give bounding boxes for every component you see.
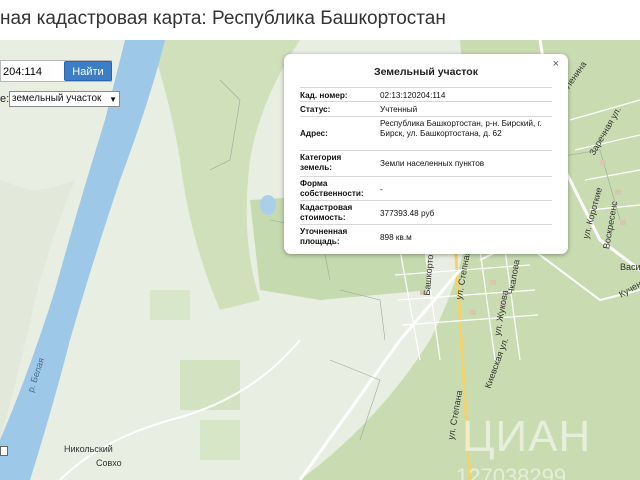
popup-row-key: Уточненная площадь:	[300, 227, 348, 246]
popup-title: Земельный участок	[374, 66, 478, 78]
popup-row-address: Адрес: Республика Башкортостан, р-н. Бир…	[300, 116, 552, 150]
watermark-text: ЦИАН	[462, 412, 592, 461]
popup-row-area: Уточненная площадь: 898 кв.м	[300, 224, 552, 248]
popup-row-value: 898 кв.м	[380, 233, 412, 242]
layer-select[interactable]: земельный участок ▼	[9, 91, 120, 107]
popup-row-value: 377393.48 руб	[380, 209, 435, 218]
chevron-down-icon: ▼	[109, 95, 117, 104]
popup-row-key: Кадастровая стоимость:	[300, 203, 353, 222]
field-3	[150, 290, 190, 320]
close-icon[interactable]: ×	[553, 58, 559, 70]
popup-row-key: Статус:	[300, 105, 331, 114]
popup-row-ownership: Форма собственности: -	[300, 176, 552, 200]
popup-row-cadastral-value: Кадастровая стоимость: 377393.48 руб	[300, 200, 552, 224]
parcel-info-popup: Земельный участок × Кад. номер: 02:13:12…	[284, 54, 568, 254]
popup-row-value: Республика Башкортостан, р-н. Бирский, г…	[380, 119, 542, 138]
popup-row-value: Учтенный	[380, 105, 418, 114]
search-button[interactable]: Найти	[64, 61, 112, 81]
popup-row-status: Статус: Учтенный	[300, 101, 552, 116]
popup-row-key: Форма собственности:	[300, 179, 364, 198]
popup-row-value: 02:13:120204:114	[380, 91, 446, 100]
popup-row-key: Кад. номер:	[300, 91, 348, 100]
field-2	[200, 420, 240, 460]
popup-row-key: Адрес:	[300, 129, 328, 138]
map-control-box[interactable]	[0, 446, 8, 456]
page-title: ная кадастровая карта: Республика Башкор…	[0, 8, 446, 29]
lake	[260, 195, 276, 215]
label-nikolsky: Никольский	[64, 444, 113, 454]
layer-label: е:	[0, 93, 10, 105]
watermark-number: 127038299	[456, 464, 567, 480]
popup-row-key: Категория земель:	[300, 153, 342, 172]
label-vasil: Васил	[620, 262, 640, 272]
popup-row-category: Категория земель: Земли населенных пункт…	[300, 150, 552, 176]
popup-row-cadastral-number: Кад. номер: 02:13:120204:114	[300, 87, 552, 101]
search-input-value: 204:114	[3, 66, 42, 78]
popup-row-value: Земли населенных пунктов	[380, 159, 485, 168]
layer-select-value: земельный участок	[12, 93, 102, 104]
field-1	[180, 360, 240, 410]
label-sovkhoz: Совхо	[96, 458, 122, 468]
popup-row-value: -	[380, 185, 383, 194]
